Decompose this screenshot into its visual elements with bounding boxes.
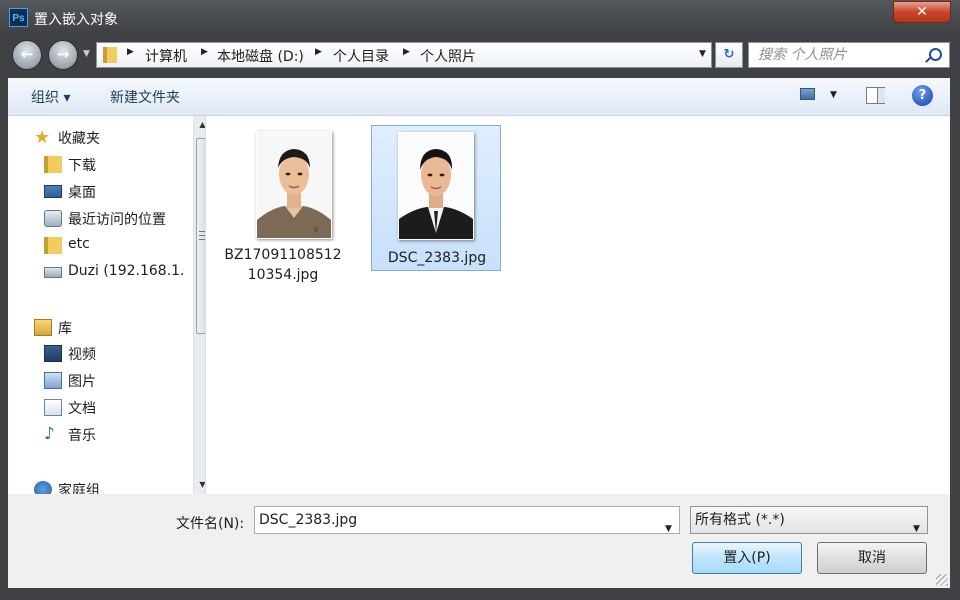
recent-locations-dropdown-icon[interactable]: ▼ xyxy=(83,49,90,59)
scrollbar-thumb[interactable] xyxy=(196,138,205,334)
address-bar[interactable]: ▶ 计算机 ▶ 本地磁盘 (D:) ▶ 个人目录 ▶ 个人照片 ▼ xyxy=(96,42,712,68)
sidebar-item-label: 家庭组 xyxy=(58,483,100,494)
music-icon: ♪ xyxy=(44,424,55,444)
sidebar-item-label: 收藏夹 xyxy=(58,131,100,147)
file-name-line: BZ17091108512 xyxy=(224,247,342,263)
breadcrumb-personal-dir[interactable]: 个人目录 xyxy=(333,46,389,66)
place-button[interactable]: 置入(P) xyxy=(692,542,802,574)
filename-label: 文件名(N): xyxy=(176,516,245,532)
scroll-down-arrow-icon[interactable]: ▼ xyxy=(194,476,205,493)
address-dropdown-icon[interactable]: ▼ xyxy=(699,49,706,59)
filename-value: DSC_2383.jpg xyxy=(259,512,358,528)
title-bar: Ps 置入嵌入对象 ✕ xyxy=(0,0,960,36)
breadcrumb-separator-icon[interactable]: ▶ xyxy=(201,47,208,57)
file-item[interactable]: ᛟ BZ17091108512 10354.jpg xyxy=(218,125,348,283)
filetype-value: 所有格式 (*.*) xyxy=(695,512,785,528)
breadcrumb-personal-photos[interactable]: 个人照片 xyxy=(420,46,476,66)
sidebar-item-label: 最近访问的位置 xyxy=(68,212,166,228)
portrait-photo-icon xyxy=(399,133,473,239)
photo-thumbnail xyxy=(398,132,474,240)
download-folder-icon xyxy=(44,156,62,173)
command-toolbar: 组织 ▾ 新建文件夹 ▼ ? xyxy=(8,78,950,116)
breadcrumb-separator-icon[interactable]: ▶ xyxy=(315,47,322,57)
sidebar-item-label: 文档 xyxy=(68,401,96,417)
change-view-icon[interactable] xyxy=(800,88,815,100)
search-placeholder: 搜索 个人照片 xyxy=(758,47,847,63)
file-name: DSC_2383.jpg xyxy=(372,248,502,268)
sidebar-item-label: etc xyxy=(68,236,90,252)
search-icon[interactable] xyxy=(929,48,942,61)
refresh-button[interactable]: ↻ xyxy=(715,42,743,68)
filename-history-dropdown-icon[interactable]: ▼ xyxy=(665,516,672,542)
file-name-line: DSC_2383.jpg xyxy=(387,250,487,266)
forward-button[interactable]: → xyxy=(48,40,78,70)
svg-text:ᛟ: ᛟ xyxy=(313,225,318,235)
sidebar-item-label: 图片 xyxy=(68,374,96,390)
sidebar-scrollbar[interactable]: ▲ ▼ xyxy=(193,116,205,494)
sidebar-item-label: Duzi (192.168.1. xyxy=(68,263,185,279)
sidebar-item-label: 下载 xyxy=(68,158,96,174)
preview-pane-icon[interactable] xyxy=(866,87,885,104)
cancel-button[interactable]: 取消 xyxy=(817,542,927,574)
back-button[interactable]: ← xyxy=(12,40,42,70)
star-icon: ★ xyxy=(34,127,51,148)
sidebar-item-label: 视频 xyxy=(68,347,96,363)
folder-icon xyxy=(103,47,117,63)
sidebar-item-label: 音乐 xyxy=(68,428,96,444)
help-icon[interactable]: ? xyxy=(912,85,933,106)
organize-menu-button[interactable]: 组织 ▾ xyxy=(31,87,70,107)
network-drive-icon xyxy=(44,267,62,278)
photo-thumbnail: ᛟ xyxy=(256,131,332,239)
chevron-down-icon[interactable]: ▼ xyxy=(913,516,920,542)
search-input[interactable]: 搜索 个人照片 xyxy=(748,42,950,68)
pictures-icon xyxy=(44,372,62,389)
desktop-icon xyxy=(44,185,62,198)
library-icon xyxy=(34,319,52,336)
breadcrumb-separator-icon[interactable]: ▶ xyxy=(127,47,134,57)
view-options-dropdown-icon[interactable]: ▼ xyxy=(830,90,837,100)
filename-input[interactable]: DSC_2383.jpg ▼ xyxy=(254,506,680,534)
documents-icon xyxy=(44,399,62,416)
sidebar-item-label: 库 xyxy=(58,321,72,337)
dialog-window: Ps 置入嵌入对象 ✕ ← → ▼ ▶ 计算机 ▶ 本地磁盘 (D:) ▶ 个人… xyxy=(0,0,960,600)
breadcrumb-separator-icon[interactable]: ▶ xyxy=(403,47,410,57)
navigation-pane: ★ 收藏夹 下载 桌面 最近访问的位置 etc Duzi (192.168.1.… xyxy=(8,116,206,494)
window-title: 置入嵌入对象 xyxy=(34,12,118,28)
grip-icon xyxy=(199,231,205,240)
file-name-line: 10354.jpg xyxy=(247,267,319,283)
close-button[interactable]: ✕ xyxy=(893,1,951,23)
navigation-bar: ← → ▼ ▶ 计算机 ▶ 本地磁盘 (D:) ▶ 个人目录 ▶ 个人照片 ▼ … xyxy=(0,36,960,74)
portrait-photo-icon: ᛟ xyxy=(257,132,331,238)
sidebar-item-label: 桌面 xyxy=(68,185,96,201)
breadcrumb-drive-d[interactable]: 本地磁盘 (D:) xyxy=(217,46,304,66)
photoshop-app-icon: Ps xyxy=(9,8,28,27)
file-item-selected[interactable]: DSC_2383.jpg xyxy=(371,125,501,271)
homegroup-icon xyxy=(34,481,52,494)
file-list-pane: ᛟ BZ17091108512 10354.jpg DSC_2383.jpg xyxy=(206,116,950,494)
video-icon xyxy=(44,345,62,362)
dialog-footer: 文件名(N): DSC_2383.jpg ▼ 所有格式 (*.*) ▼ 置入(P… xyxy=(8,494,950,588)
recent-places-icon xyxy=(44,210,62,227)
folder-icon xyxy=(44,237,62,254)
new-folder-button[interactable]: 新建文件夹 xyxy=(110,87,180,107)
breadcrumb-computer[interactable]: 计算机 xyxy=(145,46,187,66)
file-name: BZ17091108512 10354.jpg xyxy=(218,245,348,285)
scroll-up-arrow-icon[interactable]: ▲ xyxy=(194,116,205,133)
filetype-select[interactable]: 所有格式 (*.*) ▼ xyxy=(690,506,928,534)
resize-grip-icon[interactable] xyxy=(936,574,948,586)
